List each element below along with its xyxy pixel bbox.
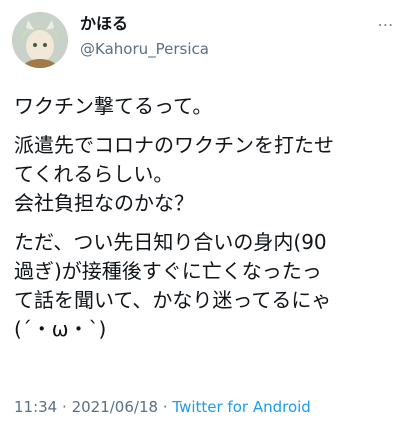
user-handle[interactable]: @Kahoru_Persica: [80, 38, 209, 60]
tweet-header: かほる @Kahoru_Persica ⋯: [0, 0, 410, 80]
tweet-source[interactable]: Twitter for Android: [172, 398, 310, 416]
meta-separator: ·: [162, 398, 168, 416]
tweet-line: 派遣先でコロナのワクチンを打たせ: [14, 133, 334, 157]
tweet-metadata: 11:34 · 2021/06/18 · Twitter for Android: [14, 398, 311, 416]
tweet-paragraph-2: 派遣先でコロナのワクチンを打たせ てくれるらしい。 会社負担なのかな？: [14, 131, 400, 218]
tweet-paragraph-3: ただ、つい先日知り合いの身内(90 過ぎ)が接種後すぐに亡くなったっ て話を聞い…: [14, 228, 400, 344]
tweet-line: ワクチン撃てるって。: [14, 94, 213, 118]
avatar-image: [12, 12, 68, 68]
tweet-line: (´・ω・`): [14, 317, 107, 341]
tweet-time[interactable]: 11:34: [14, 398, 57, 416]
display-name[interactable]: かほる: [80, 14, 209, 34]
avatar[interactable]: [12, 12, 68, 68]
tweet-line: 会社負担なのかな？: [14, 191, 194, 215]
tweet-line: 過ぎ)が接種後すぐに亡くなったっ: [14, 259, 322, 283]
tweet-line: てくれるらしい。: [14, 162, 174, 186]
tweet-date[interactable]: 2021/06/18: [72, 398, 158, 416]
tweet-line: ただ、つい先日知り合いの身内(90: [14, 230, 327, 254]
tweet-paragraph-1: ワクチン撃てるって。: [14, 92, 400, 121]
more-options-icon[interactable]: ⋯: [374, 15, 398, 34]
tweet-body: ワクチン撃てるって。 派遣先でコロナのワクチンを打たせ てくれるらしい。 会社負…: [14, 92, 400, 354]
tweet-line: て話を聞いて、かなり迷ってるにゃ: [14, 288, 332, 312]
meta-separator: ·: [62, 398, 67, 416]
user-info: かほる @Kahoru_Persica: [80, 14, 209, 60]
